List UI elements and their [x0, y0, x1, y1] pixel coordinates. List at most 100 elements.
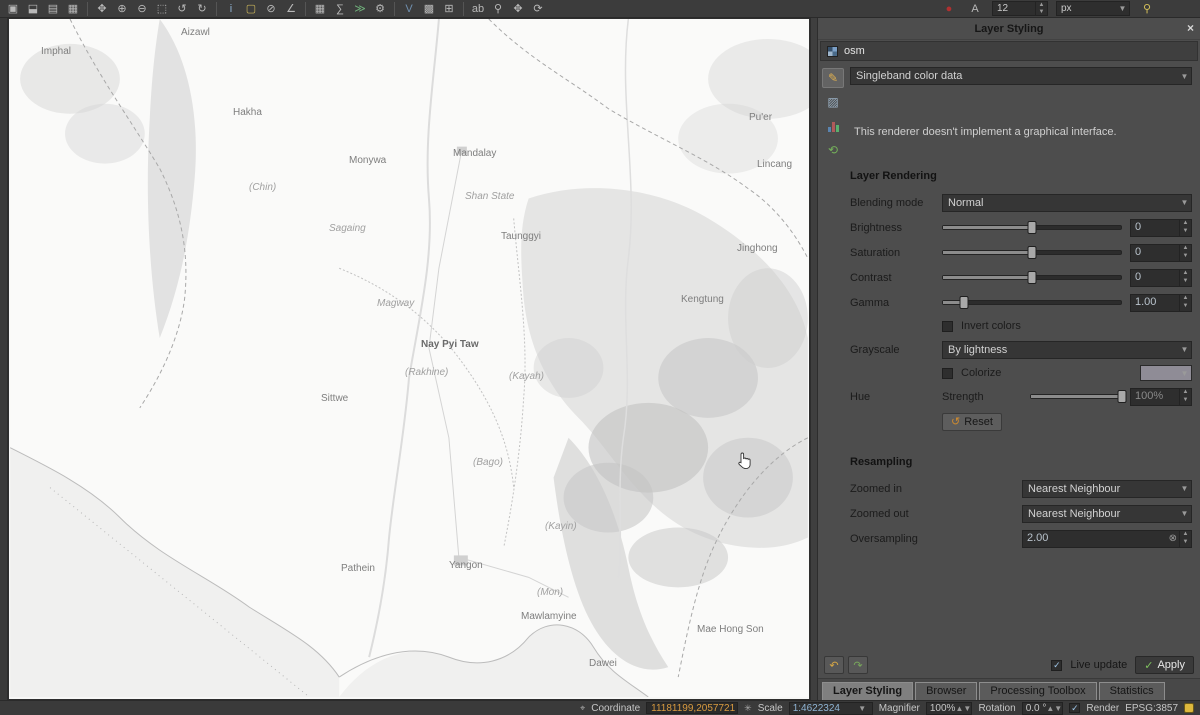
brightness-slider[interactable]	[942, 220, 1122, 235]
tab-processing-toolbox[interactable]: Processing Toolbox	[979, 682, 1096, 700]
spin-arrows[interactable]: ▲▼	[1179, 295, 1191, 311]
attribute-table-icon[interactable]: ▦	[311, 1, 329, 17]
history-icon[interactable]: ⟲	[822, 140, 844, 160]
magnifier-spinbox[interactable]: 100% ▲▼	[926, 702, 973, 715]
spin-arrows[interactable]: ▲▼	[955, 704, 968, 713]
extents-icon[interactable]: ✳	[744, 703, 752, 714]
tab-layer-styling[interactable]: Layer Styling	[822, 682, 913, 700]
pin-labels-icon[interactable]: ⚲	[489, 1, 507, 17]
rotation-spinbox[interactable]: 0.0 ° ▲▼	[1022, 702, 1064, 715]
label-toolbar-icon[interactable]: ab	[469, 1, 487, 17]
map-canvas[interactable]: ImphalAizawlHakha(Chin)MonywaMandalaySag…	[8, 18, 810, 700]
scale-dropdown[interactable]: 1:4622324 ▼	[789, 702, 873, 715]
colorize-color-swatch[interactable]: ▼	[1140, 365, 1192, 381]
zoom-next-icon[interactable]: ↻	[193, 1, 211, 17]
hue-label: Hue	[850, 391, 934, 403]
tab-statistics[interactable]: Statistics	[1099, 682, 1165, 700]
contrast-slider[interactable]	[942, 270, 1122, 285]
live-update-checkbox[interactable]: ✓	[1051, 660, 1062, 671]
transparency-icon[interactable]: ▨	[822, 92, 844, 112]
panel-footer: ↶ ↷ ✓ Live update ✓ Apply	[818, 652, 1200, 678]
saturation-slider[interactable]	[942, 245, 1122, 260]
strength-label: Strength	[942, 391, 1022, 403]
identify-icon[interactable]: i	[222, 1, 240, 17]
slider-handle[interactable]	[959, 296, 968, 309]
annotation-icon[interactable]: ●	[940, 1, 958, 17]
pan-map-icon[interactable]: ✥	[93, 1, 111, 17]
messages-icon[interactable]	[1184, 703, 1194, 713]
coordinate-input[interactable]: 11181199,2057721	[646, 702, 738, 714]
node-tool-icon[interactable]: ⚲	[1138, 1, 1156, 17]
renderer-dropdown[interactable]: Singleband color data ▼	[850, 67, 1192, 85]
new-layout-icon[interactable]: ▤	[44, 1, 62, 17]
strength-slider[interactable]	[1030, 389, 1122, 404]
chevron-down-icon: ▼	[1116, 4, 1129, 13]
spin-arrows[interactable]: ▲▼	[1179, 531, 1191, 547]
contrast-spinbox[interactable]: 0 ▲▼	[1130, 269, 1192, 287]
save-project-icon[interactable]: ⬓	[24, 1, 42, 17]
apply-button[interactable]: ✓ Apply	[1135, 656, 1194, 674]
gamma-spinbox[interactable]: 1.00 ▲▼	[1130, 294, 1192, 312]
blending-dropdown[interactable]: Normal ▼	[942, 194, 1192, 212]
crs-indicator[interactable]: EPSG:3857	[1125, 703, 1178, 714]
field-calculator-icon[interactable]: ∑	[331, 1, 349, 17]
layout-manager-icon[interactable]: ▦	[64, 1, 82, 17]
rotate-label-icon[interactable]: ⟳	[529, 1, 547, 17]
add-vector-icon[interactable]: V	[400, 1, 418, 17]
map-label: Mae Hong Son	[697, 624, 764, 635]
redo-style-button[interactable]: ↷	[848, 656, 868, 674]
select-features-icon[interactable]: ▢	[242, 1, 260, 17]
spin-arrows[interactable]: ▲▼	[1046, 704, 1059, 713]
spin-arrows[interactable]: ▲▼	[1179, 270, 1191, 286]
gamma-slider[interactable]	[942, 295, 1122, 310]
spin-arrows[interactable]: ▲▼	[1035, 2, 1047, 15]
colorize-checkbox[interactable]: ✓	[942, 368, 953, 379]
deselect-icon[interactable]: ⊘	[262, 1, 280, 17]
render-checkbox[interactable]: ✓	[1069, 703, 1080, 713]
open-project-icon[interactable]: ▣	[4, 1, 22, 17]
slider-handle[interactable]	[1028, 246, 1037, 259]
spin-arrows[interactable]: ▲▼	[1179, 245, 1191, 261]
panel-splitter[interactable]	[810, 18, 818, 700]
spin-arrows[interactable]: ▲▼	[1179, 389, 1191, 405]
zoom-in-icon[interactable]: ⊕	[113, 1, 131, 17]
add-raster-icon[interactable]: ▩	[420, 1, 438, 17]
reset-button[interactable]: ↺ Reset	[942, 413, 1002, 431]
oversampling-spinbox[interactable]: 2.00 ⊗ ▲▼	[1022, 530, 1192, 548]
python-console-icon[interactable]: ≫	[351, 1, 369, 17]
spin-arrows[interactable]: ▲▼	[1179, 220, 1191, 236]
histogram-icon[interactable]	[822, 116, 844, 136]
symbology-icon[interactable]: ✎	[822, 68, 844, 88]
grayscale-dropdown[interactable]: By lightness ▼	[942, 341, 1192, 359]
slider-handle[interactable]	[1028, 221, 1037, 234]
map-label: Magway	[377, 298, 414, 309]
invert-colors-checkbox[interactable]: ✓	[942, 321, 953, 332]
zoom-full-icon[interactable]: ⬚	[153, 1, 171, 17]
clear-value-icon[interactable]: ⊗	[1169, 533, 1179, 544]
slider-handle[interactable]	[1118, 390, 1127, 403]
map-label: (Chin)	[249, 182, 276, 193]
check-icon: ✓	[1144, 659, 1153, 672]
brightness-spinbox[interactable]: 0 ▲▼	[1130, 219, 1192, 237]
scale-label: Scale	[758, 703, 783, 714]
move-label-icon[interactable]: ✥	[509, 1, 527, 17]
strength-spinbox[interactable]: 100% ▲▼	[1130, 388, 1192, 406]
processing-icon[interactable]: ⚙	[371, 1, 389, 17]
tab-browser[interactable]: Browser	[915, 682, 977, 700]
measure-icon[interactable]: ∠	[282, 1, 300, 17]
slider-handle[interactable]	[1028, 271, 1037, 284]
zoomed-out-dropdown[interactable]: Nearest Neighbour ▼	[1022, 505, 1192, 523]
font-icon[interactable]: A	[966, 1, 984, 17]
font-size-spinner[interactable]: 12 ▲▼	[992, 1, 1048, 16]
layer-selector[interactable]: osm	[820, 41, 1198, 61]
add-wms-icon[interactable]: ⊞	[440, 1, 458, 17]
zoom-last-icon[interactable]: ↺	[173, 1, 191, 17]
coordinate-capture-icon[interactable]: ⌖	[580, 703, 585, 714]
saturation-spinbox[interactable]: 0 ▲▼	[1130, 244, 1192, 262]
zoom-out-icon[interactable]: ⊖	[133, 1, 151, 17]
map-label: Imphal	[41, 46, 71, 57]
zoomed-in-dropdown[interactable]: Nearest Neighbour ▼	[1022, 480, 1192, 498]
undo-style-button[interactable]: ↶	[824, 656, 844, 674]
font-unit-dropdown[interactable]: px ▼	[1056, 1, 1130, 16]
close-icon[interactable]: ×	[1187, 21, 1194, 35]
